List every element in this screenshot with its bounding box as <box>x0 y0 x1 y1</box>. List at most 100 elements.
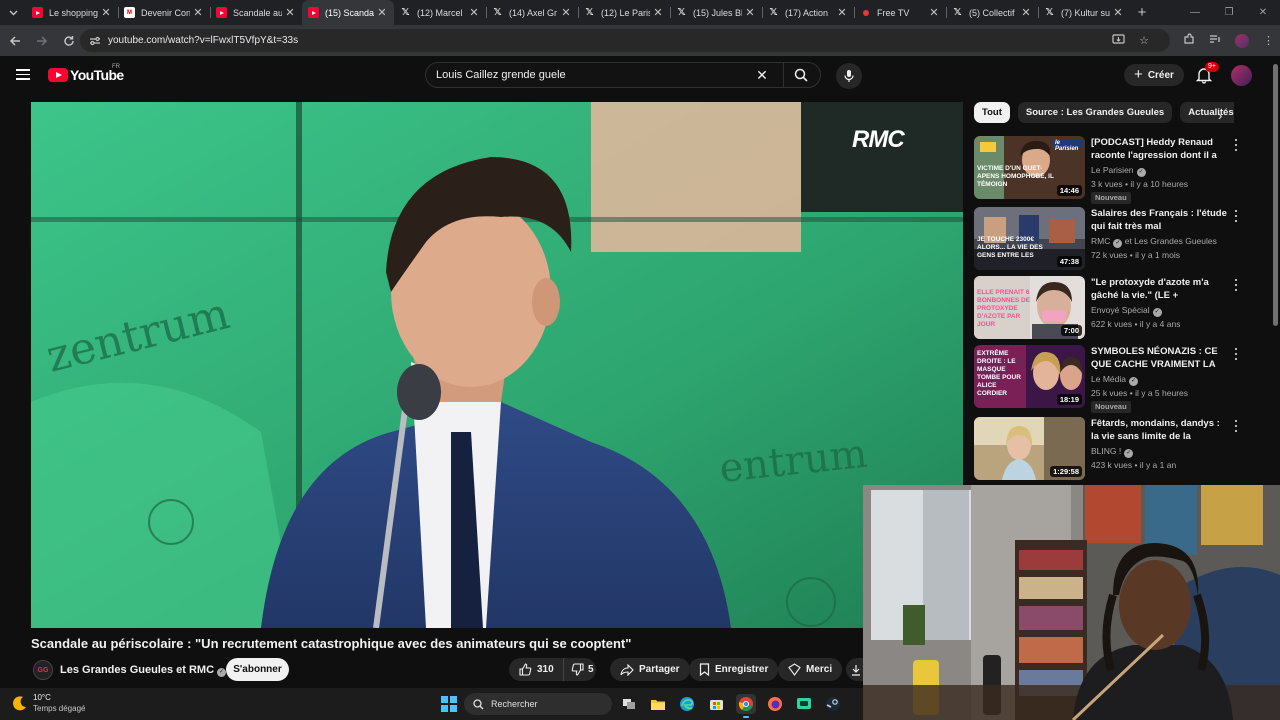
firefox-icon[interactable] <box>765 694 785 714</box>
reload-icon[interactable] <box>57 29 81 53</box>
video-player[interactable]: zentrum entrum RMC <box>31 102 963 628</box>
channel-name-text[interactable]: RMC <box>1091 236 1110 246</box>
browser-tab[interactable]: Le shopping ✕ <box>26 0 118 25</box>
search-box[interactable]: Louis Caillez grende guele ✕ <box>425 62 821 88</box>
new-tab-plus-icon[interactable]: + <box>1130 4 1154 21</box>
tab-close-icon[interactable]: ✕ <box>652 6 664 19</box>
tab-close-icon[interactable]: ✕ <box>284 6 296 19</box>
more-options-icon[interactable] <box>1232 138 1240 152</box>
scrollbar-thumb[interactable] <box>1273 64 1278 326</box>
extensions-icon[interactable] <box>1183 33 1195 48</box>
recommendation-channel[interactable]: BLING ! ✓ <box>1091 446 1134 458</box>
task-view-icon[interactable] <box>619 694 639 714</box>
browser-tab[interactable]: 𝕏 (17) Action ✕ <box>762 0 854 25</box>
thanks-button[interactable]: Merci <box>778 658 843 681</box>
recommendation-title[interactable]: [PODCAST] Heddy Renaud raconte l'agressi… <box>1091 136 1229 162</box>
streaming-app-icon[interactable] <box>794 694 814 714</box>
video-thumbnail[interactable]: 1:29:58 <box>974 417 1085 480</box>
video-thumbnail[interactable]: Extrême droite : le masque tombe pour Al… <box>974 345 1085 408</box>
search-icon[interactable] <box>782 63 820 87</box>
profile-avatar[interactable] <box>1235 33 1249 48</box>
weather-temperature[interactable]: 10°C <box>33 693 51 702</box>
browser-tab-active[interactable]: (15) Scandal ✕ <box>302 0 394 25</box>
recommendation-channel[interactable]: Le Parisien ✓ <box>1091 165 1146 177</box>
browser-tab[interactable]: 𝕏 (12) Marcel ✕ <box>394 0 486 25</box>
create-button[interactable]: + Créer <box>1124 64 1184 86</box>
recommendation-title[interactable]: Salaires des Français : l'étude qui fait… <box>1091 207 1229 233</box>
tab-close-icon[interactable]: ✕ <box>468 6 480 19</box>
browser-tab[interactable]: 𝕏 (7) Kultur su ✕ <box>1038 0 1130 25</box>
edge-browser-icon[interactable] <box>677 694 697 714</box>
chevron-right-icon[interactable]: › <box>1218 108 1222 123</box>
address-bar[interactable]: youtube.com/watch?v=lFwxlT5VfpY&t=33s <box>80 29 1170 52</box>
channel-name-text[interactable]: Envoyé Spécial <box>1091 305 1150 315</box>
recommendation-channel[interactable]: RMC ✓ et Les Grandes Gueules <box>1091 236 1217 248</box>
video-thumbnail[interactable]: le Parisien Victime d'un guet-apens homo… <box>974 136 1085 199</box>
tab-close-icon[interactable]: ✕ <box>560 6 572 19</box>
close-window-icon[interactable]: ✕ <box>1246 0 1280 25</box>
browser-tab[interactable]: 𝕏 (5) Collectif ✕ <box>946 0 1038 25</box>
restore-icon[interactable]: ❐ <box>1212 0 1246 25</box>
video-thumbnail[interactable]: Elle prenait 6 bonbonnes de protoxyde d'… <box>974 276 1085 339</box>
windows-start-icon[interactable] <box>441 696 457 712</box>
tab-close-icon[interactable]: ✕ <box>928 6 940 19</box>
microphone-icon[interactable] <box>836 63 862 89</box>
recommendation-title[interactable]: "Le protoxyde d'azote m'a gâché la vie."… <box>1091 276 1229 302</box>
browser-tab[interactable]: 𝕏 (12) Le Paris ✕ <box>578 0 670 25</box>
recommendation-item[interactable]: le Parisien Victime d'un guet-apens homo… <box>974 136 1254 204</box>
recommendation-item[interactable]: 1:29:58 Fêtards, mondains, dandys : la v… <box>974 417 1254 481</box>
bookmark-star-icon[interactable]: ☆ <box>1139 34 1149 47</box>
channel-name[interactable]: Les Grandes Gueules et RMC ✓ <box>60 664 227 677</box>
browser-tab[interactable]: 𝕏 (14) Axel Gr ✕ <box>486 0 578 25</box>
forward-arrow-icon[interactable] <box>30 29 54 53</box>
channel-name-extra[interactable]: et Les Grandes Gueules <box>1125 236 1217 246</box>
hamburger-menu-icon[interactable] <box>16 69 30 80</box>
more-options-icon[interactable] <box>1232 209 1240 223</box>
media-controls-icon[interactable] <box>1209 34 1221 47</box>
search-input[interactable]: Louis Caillez grende guele <box>436 69 750 81</box>
file-explorer-icon[interactable] <box>648 694 668 714</box>
weather-moon-icon[interactable] <box>12 695 28 711</box>
tab-close-icon[interactable]: ✕ <box>376 6 388 19</box>
page-scrollbar[interactable] <box>1272 60 1280 330</box>
channel-avatar[interactable]: GG <box>33 660 53 680</box>
tab-close-icon[interactable]: ✕ <box>744 6 756 19</box>
microsoft-store-icon[interactable] <box>706 694 726 714</box>
weather-description[interactable]: Temps dégagé <box>33 704 85 713</box>
recommendation-item[interactable]: Extrême droite : le masque tombe pour Al… <box>974 345 1254 413</box>
recommendation-channel[interactable]: Le Média ✓ <box>1091 374 1138 386</box>
chrome-menu-icon[interactable]: ⋮ <box>1263 34 1274 47</box>
back-arrow-icon[interactable] <box>3 29 27 53</box>
steam-icon[interactable] <box>823 694 843 714</box>
channel-name-text[interactable]: BLING ! <box>1091 446 1121 456</box>
tab-search-chevron-icon[interactable] <box>0 0 26 25</box>
minimize-icon[interactable]: — <box>1178 0 1212 25</box>
more-options-icon[interactable] <box>1232 347 1240 361</box>
recommendation-item[interactable]: Je touche 2300€ alors... La vie des gens… <box>974 207 1254 271</box>
tab-close-icon[interactable]: ✕ <box>100 6 112 19</box>
chrome-icon[interactable] <box>736 694 756 718</box>
browser-tab[interactable]: 𝕏 (15) Jules Bl ✕ <box>670 0 762 25</box>
clear-search-icon[interactable]: ✕ <box>750 67 774 84</box>
tab-close-icon[interactable]: ✕ <box>1112 6 1124 19</box>
tab-close-icon[interactable]: ✕ <box>836 6 848 19</box>
browser-tab[interactable]: Scandale au ✕ <box>210 0 302 25</box>
url-text[interactable]: youtube.com/watch?v=lFwxlT5VfpY&t=33s <box>108 35 298 46</box>
youtube-logo[interactable]: YouTube FR <box>48 64 124 83</box>
recommendation-title[interactable]: SYMBOLES NÉONAZIS : CE QUE CACHE VRAIMEN… <box>1091 345 1229 371</box>
tab-close-icon[interactable]: ✕ <box>1020 6 1032 19</box>
channel-name-text[interactable]: Le Média <box>1091 374 1126 384</box>
chip-source[interactable]: Source : Les Grandes Gueules <box>1017 102 1173 123</box>
recommendation-channel[interactable]: Envoyé Spécial ✓ <box>1091 305 1162 317</box>
save-button[interactable]: Enregistrer <box>689 658 779 681</box>
browser-tab[interactable]: Free TV ✕ <box>854 0 946 25</box>
chip-news[interactable]: Actualités <box>1180 102 1234 123</box>
channel-name-text[interactable]: Le Parisien <box>1091 165 1134 175</box>
more-options-icon[interactable] <box>1232 278 1240 292</box>
channel-name-text[interactable]: Les Grandes Gueules et RMC <box>60 664 214 676</box>
taskbar-search[interactable]: Rechercher <box>464 693 612 715</box>
install-app-icon[interactable] <box>1112 33 1125 48</box>
dislike-button[interactable]: 5 <box>564 663 594 676</box>
like-button[interactable]: 310 <box>509 658 564 681</box>
recommendation-title[interactable]: Fêtards, mondains, dandys : la vie sans … <box>1091 417 1229 443</box>
